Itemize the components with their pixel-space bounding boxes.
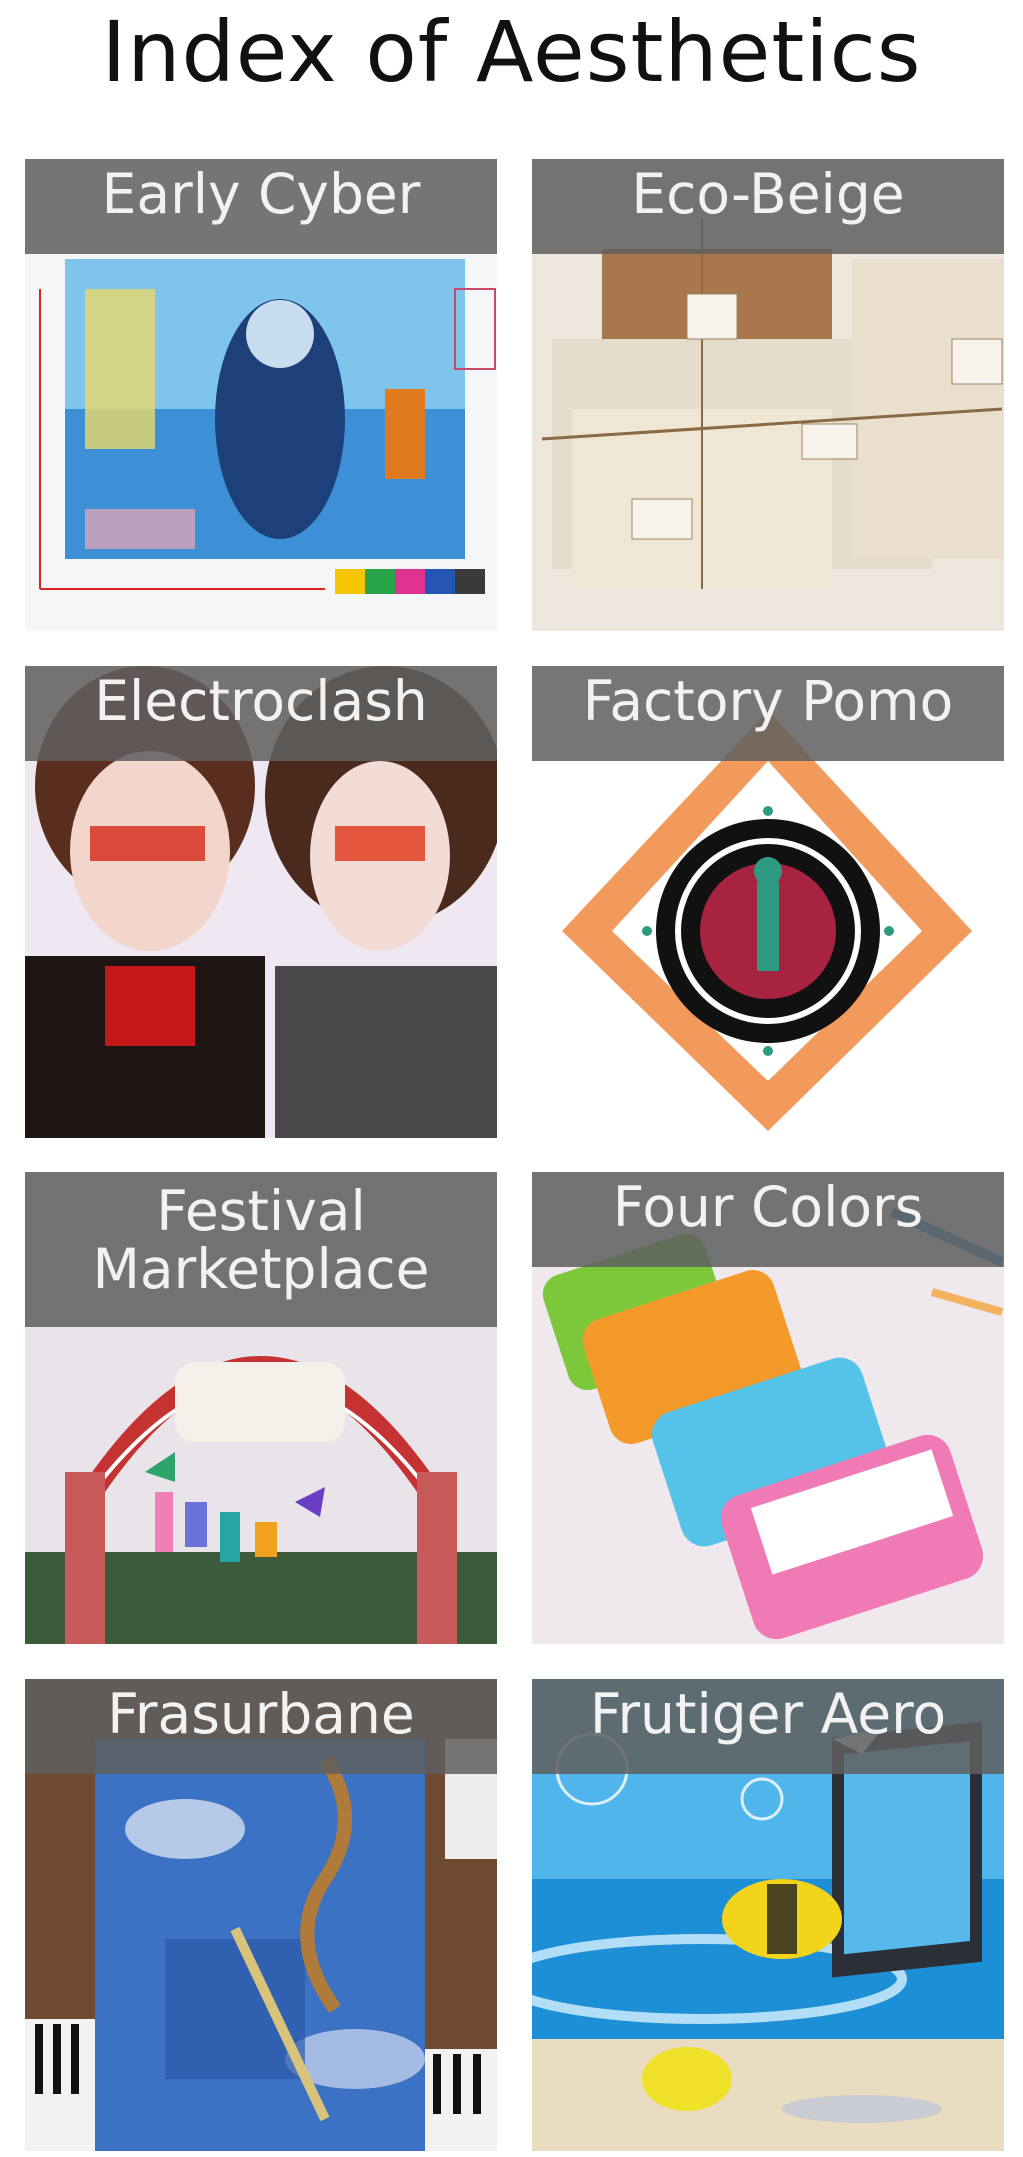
card-label: Frutiger Aero bbox=[532, 1679, 1004, 1774]
card-label: Eco-Beige bbox=[532, 159, 1004, 254]
card-label: Electroclash bbox=[25, 666, 497, 761]
aesthetic-card-electroclash[interactable]: Electroclash bbox=[25, 666, 497, 1138]
aesthetic-card-festival-marketplace[interactable]: Festival Marketplace bbox=[25, 1172, 497, 1644]
aesthetic-card-eco-beige[interactable]: Eco-Beige bbox=[532, 159, 1004, 631]
aesthetic-card-four-colors[interactable]: Four Colors bbox=[532, 1172, 1004, 1644]
card-label: Festival Marketplace bbox=[25, 1172, 497, 1327]
card-label: Frasurbane bbox=[25, 1679, 497, 1774]
aesthetic-card-early-cyber[interactable]: Early Cyber bbox=[25, 159, 497, 631]
card-label: Four Colors bbox=[532, 1172, 1004, 1267]
card-label: Factory Pomo bbox=[532, 666, 1004, 761]
card-label: Early Cyber bbox=[25, 159, 497, 254]
aesthetic-card-frutiger-aero[interactable]: Frutiger Aero bbox=[532, 1679, 1004, 2151]
aesthetic-card-frasurbane[interactable]: Frasurbane bbox=[25, 1679, 497, 2151]
aesthetic-card-factory-pomo[interactable]: Factory Pomo bbox=[532, 666, 1004, 1138]
page-title: Index of Aesthetics bbox=[101, 3, 922, 101]
